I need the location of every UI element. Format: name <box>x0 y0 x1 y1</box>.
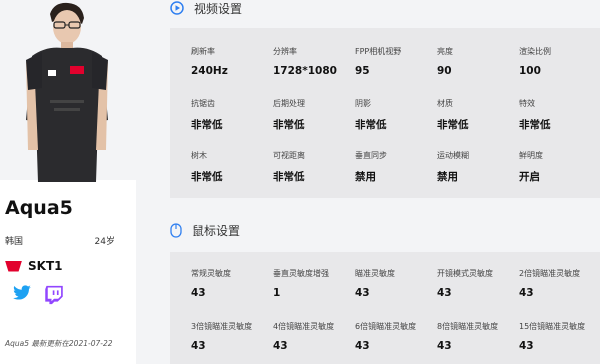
video-setting: 渲染比例 100 <box>519 46 599 77</box>
video-setting-label: 特效 <box>519 99 535 108</box>
player-info-row: 韩国 24岁 <box>5 234 115 247</box>
player-country: 韩国 <box>5 237 24 247</box>
mouse-setting-label: 4倍镜瞄准灵敏度 <box>273 322 335 331</box>
video-setting: 垂直同步 禁用 <box>355 150 435 184</box>
mouse-setting-value: 43 <box>355 287 370 299</box>
video-setting-value: 非常低 <box>191 171 223 183</box>
mouse-setting-value: 43 <box>519 340 534 352</box>
mouse-setting-value: 1 <box>273 287 281 299</box>
mouse-setting: 15倍镜瞄准灵敏度 43 <box>519 321 599 352</box>
video-setting-label: 鲜明度 <box>519 151 543 160</box>
video-setting-label: 阴影 <box>355 99 371 108</box>
video-setting: 可视距离 非常低 <box>273 150 353 184</box>
team-name: SKT1 <box>28 259 63 273</box>
video-setting-value: 90 <box>437 65 452 77</box>
video-setting-value: 非常低 <box>437 119 469 131</box>
video-setting: 树木 非常低 <box>191 150 271 184</box>
video-setting-label: 材质 <box>437 99 453 108</box>
mouse-setting: 3倍镜瞄准灵敏度 43 <box>191 321 271 352</box>
video-settings-header: 视频设置 <box>170 0 242 16</box>
player-photo <box>26 2 108 182</box>
mouse-setting-value: 43 <box>191 340 206 352</box>
team-logo-icon <box>5 260 22 272</box>
last-updated: Aqua5 最新更新在2021-07-22 <box>5 339 113 348</box>
social-links <box>12 285 64 305</box>
twitter-icon[interactable] <box>12 285 32 301</box>
mouse-settings-header: 鼠标设置 <box>170 222 240 238</box>
play-circle-icon <box>170 1 184 15</box>
video-setting: FPP相机视野 95 <box>355 46 435 77</box>
video-settings-panel: 刷新率 240Hz 分辨率 1728*1080 FPP相机视野 95 亮度 90 渲染比例 100… <box>170 28 600 198</box>
video-setting-value: 95 <box>355 65 370 77</box>
video-setting-value: 100 <box>519 65 541 77</box>
mouse-setting-label: 15倍镜瞄准灵敏度 <box>519 322 586 331</box>
mouse-setting-label: 开镜模式灵敏度 <box>437 269 493 278</box>
video-setting: 阴影 非常低 <box>355 98 435 132</box>
mouse-setting-value: 43 <box>355 340 370 352</box>
video-settings-title: 视频设置 <box>194 1 243 16</box>
mouse-setting: 2倍镜瞄准灵敏度 43 <box>519 268 599 299</box>
mouse-icon <box>170 222 182 238</box>
video-setting-value: 非常低 <box>519 119 551 131</box>
video-setting: 分辨率 1728*1080 <box>273 46 353 77</box>
video-setting: 鲜明度 开启 <box>519 150 599 184</box>
mouse-setting: 瞄准灵敏度 43 <box>355 268 435 299</box>
video-setting-label: 分辨率 <box>273 47 297 56</box>
mouse-settings-title: 鼠标设置 <box>192 223 241 238</box>
mouse-setting-label: 8倍镜瞄准灵敏度 <box>437 322 499 331</box>
twitch-icon[interactable] <box>44 285 64 305</box>
video-setting-value: 禁用 <box>355 171 376 183</box>
mouse-setting-label: 常规灵敏度 <box>191 269 231 278</box>
video-setting-label: 刷新率 <box>191 47 215 56</box>
player-age: 24岁 <box>94 237 115 247</box>
video-setting: 刷新率 240Hz <box>191 46 271 77</box>
video-setting-value: 非常低 <box>273 119 305 131</box>
video-setting-value: 开启 <box>519 171 540 183</box>
video-setting-value: 禁用 <box>437 171 458 183</box>
mouse-setting-value: 43 <box>437 340 452 352</box>
video-setting: 后期处理 非常低 <box>273 98 353 132</box>
video-setting-value: 1728*1080 <box>273 65 337 77</box>
mouse-setting: 垂直灵敏度增强 1 <box>273 268 353 299</box>
video-setting-label: 运动模糊 <box>437 151 469 160</box>
mouse-settings-panel: 常规灵敏度 43 垂直灵敏度增强 1 瞄准灵敏度 43 开镜模式灵敏度 43 2倍镜瞄准灵敏度 4… <box>170 252 600 364</box>
video-setting-label: 后期处理 <box>273 99 305 108</box>
video-setting-label: 亮度 <box>437 47 453 56</box>
video-setting: 材质 非常低 <box>437 98 517 132</box>
video-setting: 亮度 90 <box>437 46 517 77</box>
mouse-setting: 4倍镜瞄准灵敏度 43 <box>273 321 353 352</box>
video-setting-label: 垂直同步 <box>355 151 387 160</box>
video-setting-label: 树木 <box>191 151 207 160</box>
mouse-setting: 开镜模式灵敏度 43 <box>437 268 517 299</box>
video-setting: 特效 非常低 <box>519 98 599 132</box>
mouse-setting-value: 43 <box>191 287 206 299</box>
mouse-setting-label: 垂直灵敏度增强 <box>273 269 329 278</box>
video-setting-value: 240Hz <box>191 65 228 77</box>
video-setting-value: 非常低 <box>355 119 387 131</box>
mouse-setting-value: 43 <box>437 287 452 299</box>
mouse-setting: 8倍镜瞄准灵敏度 43 <box>437 321 517 352</box>
video-setting-label: 渲染比例 <box>519 47 551 56</box>
mouse-setting-label: 3倍镜瞄准灵敏度 <box>191 322 253 331</box>
mouse-setting-value: 43 <box>273 340 288 352</box>
mouse-setting-label: 瞄准灵敏度 <box>355 269 395 278</box>
mouse-setting: 常规灵敏度 43 <box>191 268 271 299</box>
mouse-setting-value: 43 <box>519 287 534 299</box>
mouse-setting: 6倍镜瞄准灵敏度 43 <box>355 321 435 352</box>
mouse-setting-label: 2倍镜瞄准灵敏度 <box>519 269 581 278</box>
video-setting-label: 可视距离 <box>273 151 305 160</box>
video-setting: 抗锯齿 非常低 <box>191 98 271 132</box>
mouse-setting-label: 6倍镜瞄准灵敏度 <box>355 322 417 331</box>
team-row[interactable]: SKT1 <box>5 258 62 274</box>
video-setting-value: 非常低 <box>191 119 223 131</box>
video-setting-value: 非常低 <box>273 171 305 183</box>
video-setting: 运动模糊 禁用 <box>437 150 517 184</box>
video-setting-label: FPP相机视野 <box>355 47 402 56</box>
video-setting-label: 抗锯齿 <box>191 99 215 108</box>
player-name: Aqua5 <box>5 197 73 219</box>
